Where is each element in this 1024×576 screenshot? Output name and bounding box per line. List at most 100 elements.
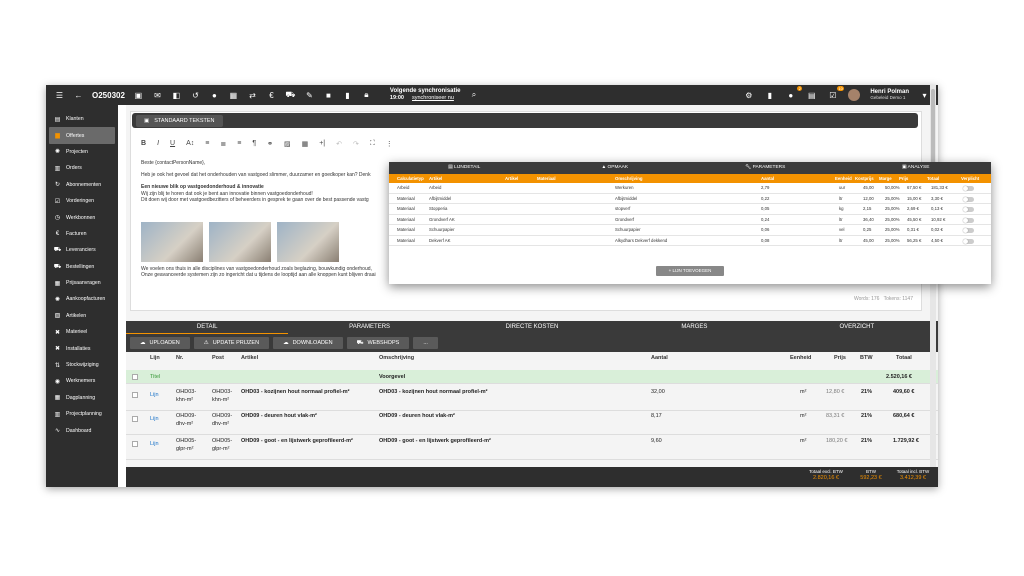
popup-row[interactable]: Materiaal Stopperia stopverf 0,05 kg 2,15 25,0… (389, 204, 991, 215)
sidebar-item-prijsaanvragen[interactable]: ▦ Prijsaanvragen (46, 275, 118, 291)
required-toggle[interactable] (963, 207, 974, 212)
mail-icon[interactable]: ✉ (152, 90, 163, 101)
sidebar-item-klanten[interactable]: ▤ Klanten (46, 111, 118, 127)
more-icon[interactable]: ⋮ (386, 140, 393, 148)
popup-row[interactable]: Materiaal Grondverf AK Grondverf 0,24 ltr 36,… (389, 215, 991, 225)
table-row[interactable]: Lijn OHD09- dhv-m² OHD09- dhv-m² OHD09 - deur… (126, 411, 938, 435)
popup-row[interactable]: Arbeid Arbeid Werkuren 2,79 uur 45,00 50,00% 67… (389, 183, 991, 194)
sidebar-item-offertes[interactable]: ▆ Offertes (49, 127, 115, 144)
tab-detail[interactable]: DETAIL (126, 321, 289, 334)
book-icon[interactable]: ▮ (764, 90, 775, 101)
sidebar-item-werknemers[interactable]: ◉ Werknemers (46, 373, 118, 389)
row-lijn-link[interactable]: Lijn (150, 416, 159, 422)
tasks-icon[interactable]: ☑ 10 (827, 85, 845, 101)
required-toggle[interactable] (963, 238, 974, 244)
required-toggle[interactable] (963, 196, 974, 202)
italic-icon[interactable]: I (157, 140, 159, 148)
tab-directe-kosten[interactable]: DIRECTE KOSTEN (451, 321, 613, 334)
row-checkbox[interactable] (132, 416, 138, 422)
back-arrow-icon[interactable]: ← (73, 90, 84, 101)
save-icon[interactable]: ■ (323, 90, 334, 101)
sidebar-item-installaties[interactable]: ✖ Installaties (46, 340, 118, 356)
settings-circle-icon[interactable]: ● (209, 90, 220, 101)
sidebar-item-materieel[interactable]: ✖ Materieel (46, 324, 118, 340)
row-lijn-link[interactable]: Lijn (150, 441, 159, 447)
required-toggle[interactable] (963, 217, 974, 223)
lock-icon[interactable]: 🔒︎ (361, 90, 372, 101)
search-icon[interactable]: ⌕ (469, 90, 480, 101)
sidebar-item-vorderingen[interactable]: ☑ Vorderingen (46, 193, 118, 209)
image-icon[interactable]: ▨ (284, 140, 291, 148)
table-row-title[interactable]: Titel Voorgevel 2.520,16 € (126, 370, 938, 384)
table-row[interactable]: Lijn OHD05- glpr-m² OHD05- glpr-m² OHD09 - go… (126, 436, 938, 460)
link-icon[interactable]: ⚭ (267, 140, 273, 148)
chat-icon[interactable]: ▣ (133, 90, 144, 101)
tab-parameters[interactable]: PARAMETERS (288, 321, 450, 334)
popup-row[interactable]: Materiaal Afbijtmiddel Afbijtmiddel 0,22 ltr… (389, 194, 991, 204)
popup-tab-opmaak[interactable]: ▲ OPMAAK (540, 162, 691, 174)
sidebar-item-werkbonnen[interactable]: ◷ Werkbonnen (46, 209, 118, 225)
add-line-button[interactable]: + LIJN TOEVOEGEN (656, 266, 724, 276)
more-button[interactable]: ... (413, 337, 438, 349)
row-checkbox[interactable] (132, 374, 138, 380)
align-center-icon[interactable]: ≣ (220, 140, 226, 148)
chevron-down-icon[interactable]: ▾ (919, 90, 930, 101)
sidebar-item-facturen[interactable]: € Facturen (46, 226, 118, 242)
layout-icon[interactable]: ◧ (171, 90, 182, 101)
bold-icon[interactable]: B (141, 140, 146, 148)
required-toggle[interactable] (963, 186, 974, 191)
popup-row[interactable]: Materiaal Dekverf AK Alkydhars Dekverf dek… (389, 236, 991, 246)
history-icon[interactable]: ↺ (190, 90, 201, 101)
gear-icon[interactable]: ⚙ (743, 90, 754, 101)
trash-icon[interactable]: ▮ (342, 90, 353, 101)
row-lijn-link[interactable]: Lijn (150, 392, 159, 398)
sync-now-link[interactable]: synchroniseer nu (412, 95, 454, 101)
fullscreen-icon[interactable]: ⛶ (370, 140, 375, 148)
euro-icon[interactable]: € (266, 90, 277, 101)
sidebar-item-artikelen[interactable]: ▧ Artikelen (46, 308, 118, 324)
table-icon[interactable]: ▦ (302, 140, 309, 148)
popup-tab-parameters[interactable]: 🔧︎ PARAMETERS (690, 162, 841, 174)
calculator-icon[interactable]: ▦ (228, 90, 239, 101)
sidebar-item-projecten[interactable]: ✺ Projecten (46, 144, 118, 160)
paragraph-icon[interactable]: ¶ (252, 140, 256, 148)
undo-icon[interactable]: ↶ (336, 140, 342, 148)
sidebar-item-aankoopfacturen[interactable]: ✺ Aankoopfacturen (46, 291, 118, 307)
download-button[interactable]: ☁ DOWNLOADEN (273, 337, 343, 349)
row-checkbox[interactable] (132, 441, 138, 447)
align-left-icon[interactable]: ≡ (205, 140, 209, 148)
tab-marges[interactable]: MARGES (613, 321, 775, 334)
font-icon[interactable]: A↕ (186, 140, 194, 148)
bell-icon[interactable]: ● 2 (785, 85, 803, 101)
sidebar-item-abonnementen[interactable]: ↻ Abonnementen (46, 177, 118, 193)
underline-icon[interactable]: U (170, 140, 175, 148)
redo-icon[interactable]: ↷ (353, 140, 359, 148)
upload-button[interactable]: ☁ UPLOADEN (130, 337, 190, 349)
align-right-icon[interactable]: ≡ (237, 140, 241, 148)
sidebar-item-projectplanning[interactable]: ▥ Projectplanning (46, 406, 118, 422)
row-checkbox[interactable] (132, 392, 138, 398)
update-prices-button[interactable]: ⚠ UPDATE PRIJZEN (193, 337, 270, 349)
menu-icon[interactable]: ☰ (54, 90, 65, 101)
swap-icon[interactable]: ⇄ (247, 90, 258, 101)
webshops-button[interactable]: ⛟ WEBSHOPS (346, 337, 410, 349)
clipboard-icon[interactable]: ▤ (806, 90, 817, 101)
sidebar-item-leveranciers[interactable]: ⛟ Leveranciers (46, 242, 118, 258)
popup-tab-analyse[interactable]: ▣ ANALYSE (841, 162, 992, 174)
insert-icon[interactable]: +| (319, 140, 325, 148)
popup-tab-lijndetail[interactable]: ▤ LIJNDETAIL (389, 162, 540, 174)
sidebar-item-dashboard[interactable]: ∿ Dashboard (46, 422, 118, 438)
cart-icon[interactable]: ⛟ (285, 90, 296, 101)
sidebar-item-stockwijziging[interactable]: ⇅ Stockwijziging (46, 357, 118, 373)
avatar[interactable] (848, 89, 861, 101)
required-toggle[interactable] (963, 228, 974, 233)
table-row[interactable]: Lijn OHD03- khn-m² OHD03- khn-m² OHD03 - kozi… (126, 387, 938, 411)
popup-row[interactable]: Materiaal Schuurpapier Schuurpapier 0,06 vel… (389, 225, 991, 236)
user-info[interactable]: Henri Polman Gebeleid Demo 1 (870, 89, 909, 101)
sidebar-item-bestellingen[interactable]: ⛟ Bestellingen (46, 259, 118, 275)
standard-texts-button[interactable]: ▣ STANDAARD TEKSTEN (136, 114, 223, 127)
pen-icon[interactable]: ✎ (304, 90, 315, 101)
tab-overzicht[interactable]: OVERZICHT (776, 321, 938, 334)
sidebar-item-dagplanning[interactable]: ▦ Dagplanning (46, 390, 118, 406)
sidebar-item-orders[interactable]: ▥ Orders (46, 160, 118, 176)
